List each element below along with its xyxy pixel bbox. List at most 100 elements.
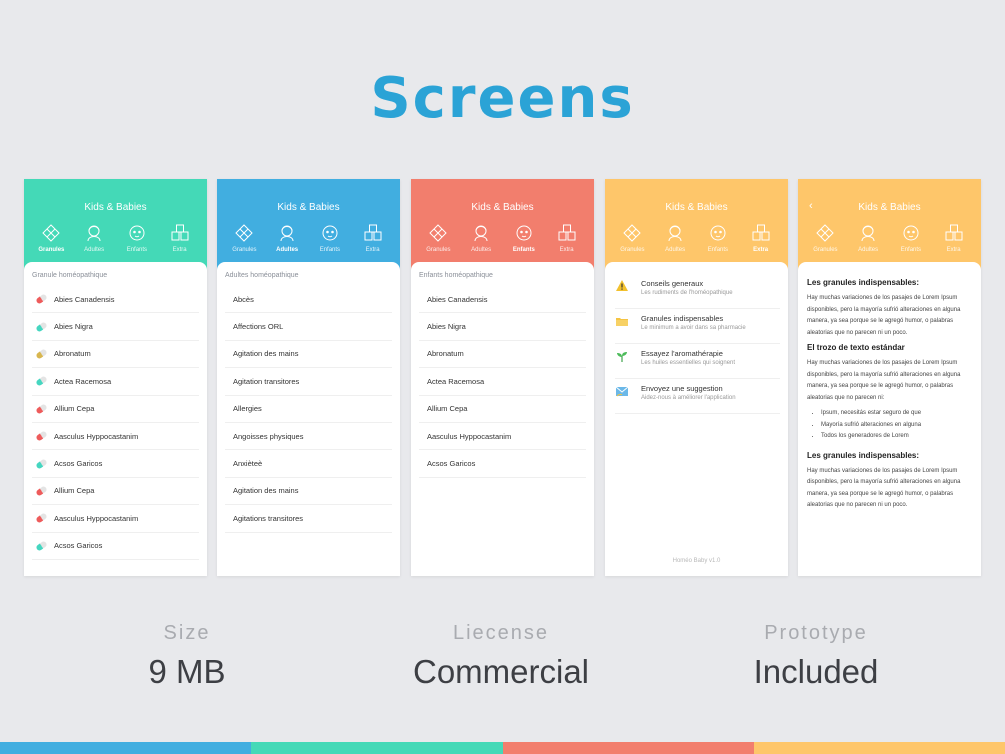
tab-extra[interactable]: Extra xyxy=(741,223,781,259)
tab-adultes[interactable]: Adultes xyxy=(74,223,114,259)
article-heading: Les granules indispensables: xyxy=(807,450,920,460)
list-item[interactable]: Aasculus Hyppocastanim xyxy=(32,423,199,451)
menu-item[interactable]: Granules indispensables Le minimum a avoi… xyxy=(615,309,780,344)
stat-value: Included xyxy=(753,653,879,690)
menu-item[interactable]: Envoyez une suggestion Aidez-nous à améli… xyxy=(615,379,780,414)
menu-item-text: Essayez l'aromathérapie Les huiles essent… xyxy=(641,349,735,366)
adult-icon xyxy=(861,225,875,242)
baby-icon xyxy=(322,225,338,241)
tab-granules[interactable]: Granules xyxy=(805,223,845,259)
tab-adultes[interactable]: Adultes xyxy=(848,223,888,259)
list-item-label: Abies Canadensis xyxy=(54,294,115,304)
app-title: Kids & Babies xyxy=(84,202,147,213)
adult-icon xyxy=(280,225,294,242)
list-item[interactable]: Affections ORL xyxy=(225,313,392,341)
screen-body: Enfants homéopathique Abies Canadensis Ab… xyxy=(411,262,594,576)
screen-adultes: Kids & Babies Granules Adultes Enfants Extr… xyxy=(217,179,400,576)
tab-adultes[interactable]: Adultes xyxy=(267,223,307,259)
tab-enfants[interactable]: Enfants xyxy=(504,223,544,259)
tab-granules[interactable]: Granules xyxy=(224,223,264,259)
stat-value: 9 MB xyxy=(148,653,226,690)
list-item[interactable]: Abcès xyxy=(225,286,392,314)
list-item[interactable]: Allium Cepa xyxy=(32,396,199,423)
list-item[interactable]: Abronatum xyxy=(32,341,199,369)
list-item-label: Angoisses physiques xyxy=(233,431,304,441)
list-item-label: Agitations transitores xyxy=(233,513,304,523)
screen-body: Granule homéopathique Abies Canadensis Ab… xyxy=(24,262,207,576)
menu-item-subtitle: Le minimum a avoir dans sa pharmacie xyxy=(641,325,746,331)
stat-prototype: Prototype Included xyxy=(666,622,966,691)
menu-item-subtitle: Aidez-nous à améliorer l'application xyxy=(641,395,736,401)
list-item-label: Acsos Garicos xyxy=(54,541,103,551)
menu-item[interactable]: Conseils generaux Les rudiments de l'homé… xyxy=(615,274,780,309)
list-item[interactable]: Agitation transitores xyxy=(225,368,392,396)
mail-icon xyxy=(615,386,629,397)
list-item-label: Allium Cepa xyxy=(54,404,95,414)
tab-adultes[interactable]: Adultes xyxy=(655,223,695,259)
pill-icon xyxy=(35,512,48,524)
baby-icon xyxy=(129,225,145,241)
list-item[interactable]: Aasculus Hyppocastanim xyxy=(32,505,199,533)
tab-label: Adultes xyxy=(84,247,105,253)
screen-extra: Kids & Babies Granules Adultes Enfants Extr… xyxy=(605,179,788,576)
folder-icon xyxy=(616,318,628,326)
list-item[interactable]: Abies Nigra xyxy=(32,313,199,341)
list-item[interactable]: Actea Racemosa xyxy=(419,368,586,396)
tab-extra[interactable]: Extra xyxy=(353,223,393,259)
tab-granules[interactable]: Granules xyxy=(612,223,652,259)
list-item-label: Abcès xyxy=(233,294,254,304)
tab-granules[interactable]: Granules xyxy=(418,223,458,259)
tab-enfants[interactable]: Enfants xyxy=(117,223,157,259)
granules-icon xyxy=(429,224,448,242)
app-header: Kids & Babies Granules Adultes Enfants Extr… xyxy=(411,179,594,271)
list-item[interactable]: Anxièteè xyxy=(225,450,392,478)
tab-extra[interactable]: Extra xyxy=(160,223,200,259)
tab-enfants[interactable]: Enfants xyxy=(891,223,931,259)
list-item[interactable]: Abronatum xyxy=(419,341,586,369)
tab-extra[interactable]: Extra xyxy=(934,223,974,259)
tab-enfants[interactable]: Enfants xyxy=(698,223,738,259)
bullet-item: Ipsum, necesitás estar seguro de que xyxy=(821,408,973,420)
list-item[interactable]: Abies Nigra xyxy=(419,313,586,341)
list-item[interactable]: Acsos Garicos xyxy=(32,450,199,478)
list-item[interactable]: Acsos Garicos xyxy=(419,450,586,478)
stat-label: Prototype xyxy=(764,622,868,644)
color-bar-salmon xyxy=(502,742,754,754)
pill-icon xyxy=(35,320,48,333)
tab-adultes[interactable]: Adultes xyxy=(461,223,501,259)
list-item[interactable]: Acsos Garicos xyxy=(32,533,199,560)
menu-item-title: Conseils generaux xyxy=(641,279,704,288)
list-item[interactable]: Agitation des mains xyxy=(225,478,392,506)
section-label: Granule homéopathique xyxy=(32,272,108,279)
pill-icon xyxy=(35,375,48,387)
list-item[interactable]: Allium Cepa xyxy=(32,478,199,506)
tab-granules[interactable]: Granules xyxy=(31,223,71,259)
app-header: ‹ Kids & Babies Granules Adultes Enfants Ex… xyxy=(798,179,981,271)
menu-item[interactable]: Essayez l'aromathérapie Les huiles essent… xyxy=(615,344,780,379)
list-item-label: Abies Nigra xyxy=(427,322,466,332)
list-item-label: Abies Nigra xyxy=(54,322,93,332)
app-title: Kids & Babies xyxy=(277,202,340,213)
list-item[interactable]: Actea Racemosa xyxy=(32,368,199,396)
pill-icon xyxy=(35,430,48,442)
list-item[interactable]: Abies Canadensis xyxy=(419,286,586,314)
tab-label: Enfants xyxy=(707,247,729,253)
screen-enfants: Kids & Babies Granules Adultes Enfants Extr… xyxy=(411,179,594,576)
baby-icon xyxy=(516,225,532,241)
list-item[interactable]: Angoisses physiques xyxy=(225,423,392,451)
item-list: Abies Canadensis Abies Nigra Abronatum Acte… xyxy=(32,286,199,560)
version-label: Homéo Baby v1.0 xyxy=(672,558,721,564)
list-item[interactable]: Allium Cepa xyxy=(419,396,586,423)
list-item[interactable]: Allergies xyxy=(225,396,392,423)
item-list: Abies Canadensis Abies Nigra Abronatum Acte… xyxy=(419,286,586,478)
pill-icon xyxy=(35,485,48,497)
list-item[interactable]: Agitation des mains xyxy=(225,341,392,369)
sprout-icon xyxy=(617,352,627,362)
list-item[interactable]: Aasculus Hyppocastanim xyxy=(419,423,586,451)
pill-icon xyxy=(35,457,48,470)
tab-enfants[interactable]: Enfants xyxy=(310,223,350,259)
list-item[interactable]: Abies Canadensis xyxy=(32,286,199,314)
tab-label: Adultes xyxy=(471,247,492,253)
tab-extra[interactable]: Extra xyxy=(547,223,587,259)
list-item[interactable]: Agitations transitores xyxy=(225,505,392,533)
